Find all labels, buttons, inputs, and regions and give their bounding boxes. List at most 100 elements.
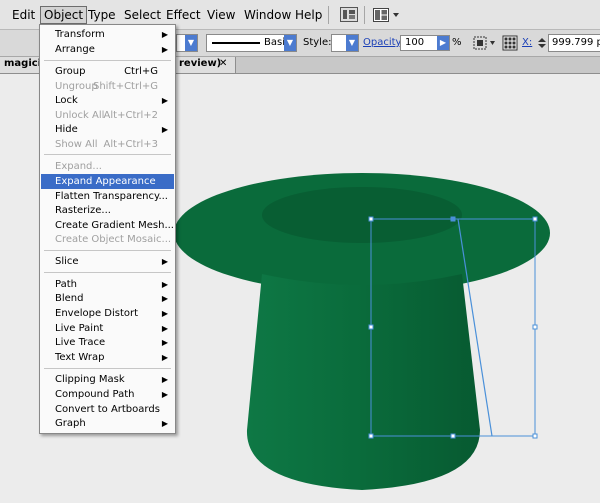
menu-item-label: Ungroup: [55, 81, 98, 92]
menu-separator: [44, 60, 171, 61]
close-icon[interactable]: ✕: [219, 58, 227, 69]
chevron-down-icon: ▼: [185, 35, 197, 51]
submenu-arrow-icon: ▶: [161, 375, 168, 384]
menu-item-live-trace[interactable]: Live Trace ▶: [41, 335, 174, 350]
opacity-link[interactable]: Opacity:: [363, 37, 404, 48]
submenu-arrow-icon: ▶: [161, 30, 168, 39]
align-icon[interactable]: [472, 35, 498, 51]
submenu-arrow-icon: ▶: [161, 324, 168, 333]
menu-item-label: Lock: [55, 95, 78, 106]
selection-handle[interactable]: [450, 433, 456, 439]
menu-item-clipping-mask[interactable]: Clipping Mask ▶: [41, 372, 174, 387]
menu-item-slice[interactable]: Slice ▶: [41, 254, 174, 269]
reference-point-icon[interactable]: [502, 35, 518, 51]
menu-item-label: Path: [55, 279, 77, 290]
submenu-arrow-icon: ▶: [161, 45, 168, 54]
selection-handle[interactable]: [368, 433, 374, 439]
menu-item-convert-to-artboards[interactable]: Convert to Artboards: [41, 402, 174, 417]
menu-item-rasterize[interactable]: Rasterize...: [41, 203, 174, 218]
hat-body[interactable]: [246, 274, 480, 490]
menu-separator: [44, 154, 171, 155]
menu-item-text-wrap[interactable]: Text Wrap ▶: [41, 350, 174, 365]
brush-profile-dropdown[interactable]: Basic ▼: [206, 34, 297, 52]
menu-item-label: Slice: [55, 256, 79, 267]
menu-item-label: Create Gradient Mesh...: [55, 220, 174, 231]
menu-item-show-all[interactable]: Show All Alt+Ctrl+3: [41, 137, 174, 152]
menu-help[interactable]: Help: [292, 7, 325, 23]
menu-item-arrange[interactable]: Arrange ▶: [41, 42, 174, 57]
opacity-value: 100: [405, 37, 425, 48]
menu-item-shortcut: Shift+Ctrl+G: [92, 81, 158, 92]
menu-item-unlock-all[interactable]: Unlock All Alt+Ctrl+2: [41, 108, 174, 123]
stroke-weight-dropdown[interactable]: ▼: [176, 34, 198, 52]
menu-item-create-gradient-mesh[interactable]: Create Gradient Mesh...: [41, 218, 174, 233]
menu-item-lock[interactable]: Lock ▶: [41, 93, 174, 108]
menu-select[interactable]: Select: [121, 7, 164, 23]
menu-item-label: Expand...: [55, 161, 102, 172]
menu-item-label: Flatten Transparency...: [55, 191, 168, 202]
menu-item-label: Text Wrap: [55, 352, 105, 363]
menu-item-expand-appearance[interactable]: Expand Appearance: [41, 174, 174, 189]
menu-object[interactable]: Object: [40, 6, 88, 24]
menu-item-shortcut: Alt+Ctrl+2: [103, 110, 158, 121]
menu-edit[interactable]: Edit: [9, 7, 38, 23]
opacity-input[interactable]: 100 ▶: [400, 35, 450, 51]
menu-item-label: Live Trace: [55, 337, 106, 348]
submenu-arrow-icon: ▶: [161, 390, 168, 399]
menu-item-label: Blend: [55, 293, 84, 304]
menu-effect[interactable]: Effect: [163, 7, 204, 23]
submenu-arrow-icon: ▶: [161, 294, 168, 303]
selection-handle[interactable]: [450, 216, 456, 222]
selection-handle[interactable]: [532, 433, 538, 439]
menu-item-create-object-mosaic[interactable]: Create Object Mosaic...: [41, 232, 174, 247]
menu-item-group[interactable]: Group Ctrl+G: [41, 64, 174, 79]
menu-window[interactable]: Window: [241, 7, 294, 23]
menu-item-envelope-distort[interactable]: Envelope Distort ▶: [41, 306, 174, 321]
menu-item-label: Transform: [55, 29, 105, 40]
style-dropdown[interactable]: ▼: [331, 34, 359, 52]
menu-item-shortcut: Ctrl+G: [124, 66, 158, 77]
menu-item-ungroup[interactable]: Ungroup Shift+Ctrl+G: [41, 79, 174, 94]
menubar-separator: [328, 6, 329, 24]
submenu-arrow-icon: ▶: [161, 309, 168, 318]
submenu-arrow-icon: ▶: [161, 96, 168, 105]
arrange-documents-icon[interactable]: [373, 8, 401, 22]
selection-handle[interactable]: [532, 324, 538, 330]
x-stepper[interactable]: [537, 35, 547, 51]
chevron-down-icon: ▼: [346, 35, 358, 51]
menu-item-label: Create Object Mosaic...: [55, 234, 172, 245]
x-position-input[interactable]: 999.799 pt: [548, 34, 600, 52]
menu-item-label: Group: [55, 66, 86, 77]
chevron-right-icon: ▶: [437, 36, 449, 50]
submenu-arrow-icon: ▶: [161, 257, 168, 266]
menu-item-label: Clipping Mask: [55, 374, 125, 385]
menu-item-compound-path[interactable]: Compound Path ▶: [41, 387, 174, 402]
menu-item-flatten-transparency[interactable]: Flatten Transparency...: [41, 189, 174, 204]
menu-item-label: Rasterize...: [55, 205, 111, 216]
menu-type[interactable]: Type: [85, 7, 119, 23]
menu-item-live-paint[interactable]: Live Paint ▶: [41, 321, 174, 336]
menu-item-hide[interactable]: Hide ▶: [41, 122, 174, 137]
submenu-arrow-icon: ▶: [161, 125, 168, 134]
menu-item-label: Live Paint: [55, 323, 104, 334]
menu-separator: [44, 272, 171, 273]
menu-item-expand[interactable]: Expand...: [41, 159, 174, 174]
menu-item-label: Graph: [55, 418, 86, 429]
submenu-arrow-icon: ▶: [161, 280, 168, 289]
selection-handle[interactable]: [368, 324, 374, 330]
selection-handle[interactable]: [532, 216, 538, 222]
chevron-down-icon: ▼: [284, 35, 296, 51]
menu-item-blend[interactable]: Blend ▶: [41, 291, 174, 306]
menu-item-label: Unlock All: [55, 110, 105, 121]
selection-handle[interactable]: [368, 216, 374, 222]
menu-item-transform[interactable]: Transform ▶: [41, 27, 174, 42]
menu-item-shortcut: Alt+Ctrl+3: [103, 139, 158, 150]
menu-separator: [44, 250, 171, 251]
x-position-link[interactable]: X:: [522, 37, 532, 48]
menu-view[interactable]: View: [204, 7, 238, 23]
menu-item-path[interactable]: Path ▶: [41, 277, 174, 292]
bridge-icon[interactable]: [340, 7, 358, 22]
menu-item-graph[interactable]: Graph ▶: [41, 416, 174, 431]
object-menu: Transform ▶ Arrange ▶ Group Ctrl+G Ungroup S…: [39, 24, 176, 434]
menu-item-label: Convert to Artboards: [55, 404, 160, 415]
